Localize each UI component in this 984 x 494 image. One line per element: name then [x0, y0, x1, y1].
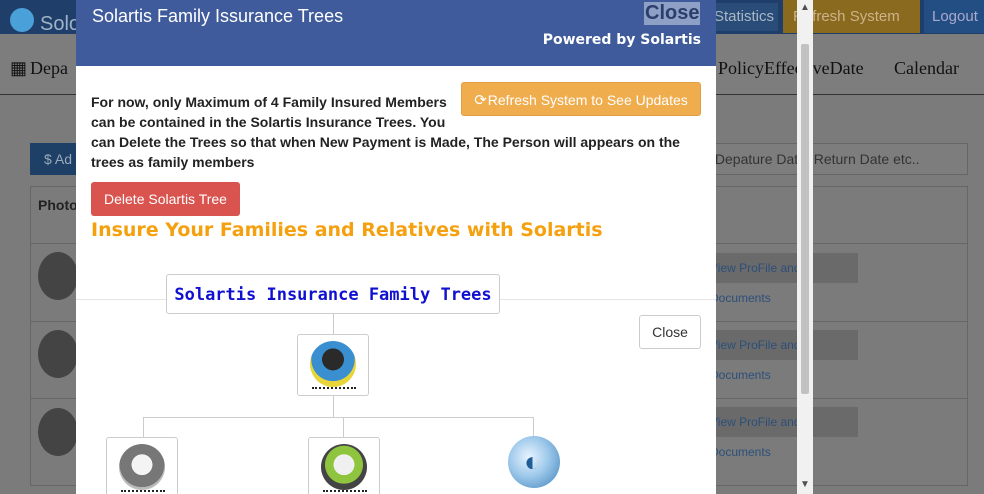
powered-by-text: Powered by Solartis	[542, 32, 701, 48]
family-tree-modal: Solartis Family Issurance Trees Close Po…	[76, 0, 716, 494]
tab-departure[interactable]: Depa	[30, 58, 68, 79]
tree-node-root[interactable]	[297, 334, 369, 396]
view-profile-button[interactable]: View ProFile and Documents	[706, 330, 858, 382]
member-name-underline	[323, 490, 367, 492]
tab-policy-effective-date[interactable]: PolicyEffectiveDate	[718, 58, 864, 79]
tree-node-member[interactable]	[308, 437, 380, 494]
tab-calendar[interactable]: Calendar	[894, 58, 959, 79]
refresh-icon: ⟳	[474, 92, 487, 109]
search-input[interactable]: ,Depature Date, Return Date etc..	[706, 143, 968, 175]
member-avatar	[310, 341, 356, 387]
modal-title: Solartis Family Issurance Trees	[92, 6, 344, 26]
logo-icon	[10, 8, 34, 32]
avatar	[38, 252, 78, 300]
calendar-icon: ▦	[10, 58, 28, 78]
tree-connector	[533, 417, 534, 437]
tree-connector	[343, 417, 344, 437]
member-name-underline	[121, 490, 165, 492]
info-line-2: can Delete the Trees so that when New Pa…	[91, 134, 680, 170]
tree-connector	[333, 314, 334, 334]
delete-tree-button[interactable]: Delete Solartis Tree	[91, 182, 240, 216]
close-button[interactable]: Close	[639, 315, 701, 349]
info-line-1: For now, only Maximum of 4 Family Insure…	[91, 94, 447, 130]
member-avatar	[321, 444, 367, 490]
solartis-logo-icon: ◐	[508, 436, 560, 488]
modal-close-link[interactable]: Close	[644, 2, 701, 25]
tagline: Insure Your Families and Relatives with …	[91, 219, 603, 241]
tree-title: Solartis Insurance Family Trees	[166, 274, 500, 314]
tree-connector	[333, 396, 334, 417]
scroll-down-icon[interactable]: ▼	[800, 479, 810, 490]
member-avatar	[119, 444, 165, 490]
avatar	[38, 408, 78, 456]
view-profile-button[interactable]: View ProFile and Documents	[706, 407, 858, 459]
statistics-link[interactable]: Statistics	[714, 3, 778, 31]
refresh-updates-label: Refresh System to See Updates	[487, 92, 688, 108]
tree-node-member[interactable]	[106, 437, 178, 494]
table-header-photo: Photo	[38, 197, 78, 213]
scroll-up-icon[interactable]: ▲	[800, 2, 810, 13]
tree-connector	[143, 417, 534, 418]
brand-name: Solo	[40, 13, 81, 35]
tree-connector	[143, 417, 144, 437]
scrollbar-thumb[interactable]	[801, 44, 809, 394]
refresh-updates-button[interactable]: ⟳Refresh System to See Updates	[461, 82, 701, 116]
member-name-underline	[312, 387, 356, 389]
logout-button[interactable]: Logout	[924, 0, 984, 33]
view-profile-button[interactable]: View ProFile and Documents	[706, 253, 858, 305]
avatar	[38, 330, 78, 378]
modal-header: Solartis Family Issurance Trees Close Po…	[76, 0, 716, 66]
